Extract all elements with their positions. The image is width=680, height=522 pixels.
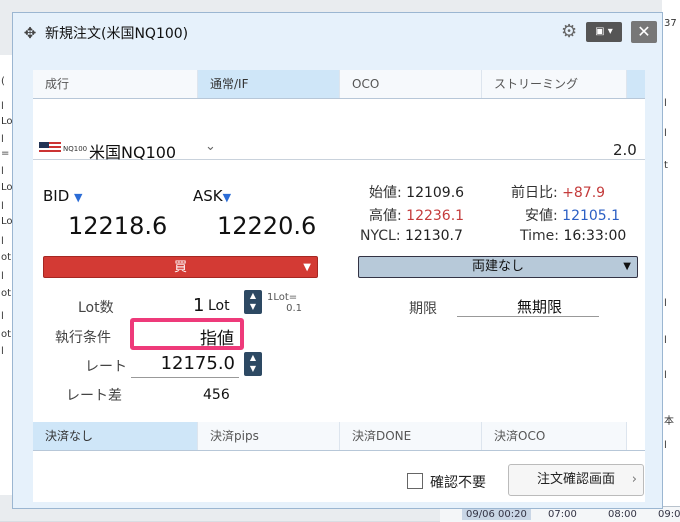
rate-label: レート bbox=[85, 359, 127, 375]
expiry-value: 無期限 bbox=[517, 298, 563, 316]
us-flag-icon bbox=[39, 142, 61, 154]
expiry-select[interactable]: 無期限 bbox=[457, 296, 599, 317]
ask-label: ASK▼ bbox=[193, 187, 232, 205]
rate-diff-label: レート差 bbox=[66, 388, 122, 404]
time-stat: Time: 16:33:00 bbox=[520, 228, 627, 244]
background-right-panel: 37 llt lll 本l bbox=[662, 0, 680, 521]
gear-icon[interactable]: ⚙ bbox=[561, 21, 577, 42]
tab-oco[interactable]: OCO bbox=[340, 70, 482, 98]
axis-time-1: 07:00 bbox=[548, 509, 577, 520]
tab-market[interactable]: 成行 bbox=[33, 70, 198, 98]
chevron-down-icon: ▼ bbox=[222, 191, 232, 204]
lot-label: Lot数 bbox=[78, 300, 114, 316]
chevron-down-icon: ▼ bbox=[303, 262, 311, 273]
rate-stepper[interactable]: ▲ ▼ bbox=[244, 352, 262, 376]
ask-price[interactable]: 12220.6 bbox=[217, 212, 316, 240]
expiry-label: 期限 bbox=[409, 301, 437, 317]
lot-stepper[interactable]: ▲ ▼ bbox=[244, 290, 262, 314]
axis-time-2: 08:00 bbox=[608, 509, 637, 520]
symbol-name[interactable]: 米国NQ100 bbox=[89, 139, 176, 163]
order-type-tabs: 成行 通常/IF OCO ストリーミング bbox=[33, 70, 645, 99]
new-order-window: ✥ 新規注文(米国NQ100) ⚙ ▣ ▾ ✕ 成行 通常/IF OCO ストリ… bbox=[12, 12, 663, 509]
axis-time-3: 09:00 bbox=[658, 509, 680, 520]
close-button[interactable]: ✕ bbox=[631, 21, 657, 43]
tab-settle-done[interactable]: 決済DONE bbox=[340, 422, 482, 450]
rate-input[interactable]: 12175.0 bbox=[131, 353, 239, 378]
lot-note: 1Lot= 0.1 bbox=[267, 292, 302, 314]
condition-label: 執行条件 bbox=[55, 330, 111, 346]
condition-select-highlight[interactable]: 指値 bbox=[130, 318, 244, 350]
symbol-value: 2.0 bbox=[613, 141, 637, 159]
lot-value[interactable]: 1 bbox=[193, 295, 204, 316]
lot-unit: Lot bbox=[208, 298, 230, 314]
order-confirm-label: 注文確認画面 bbox=[537, 472, 616, 487]
bid-label: BID ▼ bbox=[43, 187, 83, 205]
tab-settle-oco[interactable]: 決済OCO bbox=[482, 422, 627, 450]
low-stat: 安値: 12105.1 bbox=[525, 208, 621, 224]
chevron-down-icon[interactable]: ⌄ bbox=[205, 139, 216, 154]
tab-normal-if[interactable]: 通常/IF bbox=[198, 70, 340, 98]
chevron-down-icon: ▼ bbox=[74, 191, 83, 204]
bid-price[interactable]: 12218.6 bbox=[68, 212, 167, 240]
move-icon[interactable]: ✥ bbox=[22, 25, 38, 41]
skip-confirm-label: 確認不要 bbox=[430, 475, 486, 491]
rate-diff-value: 456 bbox=[203, 387, 230, 403]
chevron-down-icon: ▼ bbox=[623, 261, 631, 272]
high-stat: 高値: 12236.1 bbox=[369, 208, 465, 224]
open-stat: 始値: 12109.6 bbox=[369, 185, 465, 201]
chevron-right-icon: › bbox=[631, 472, 637, 487]
order-confirm-button[interactable]: 注文確認画面 › bbox=[508, 464, 644, 496]
condition-value: 指値 bbox=[200, 329, 234, 349]
change-stat: 前日比: +87.9 bbox=[511, 185, 606, 201]
nycl-stat: NYCL: 12130.7 bbox=[360, 228, 463, 244]
settlement-tabs: 決済なし 決済pips 決済DONE 決済OCO bbox=[33, 422, 645, 451]
position-select[interactable]: 両建なし ▼ bbox=[358, 256, 638, 278]
skip-confirm-checkbox[interactable] bbox=[407, 473, 423, 489]
tab-settle-none[interactable]: 決済なし bbox=[33, 422, 198, 450]
buy-sell-select[interactable]: 買 ▼ bbox=[43, 256, 318, 278]
window-mode-button[interactable]: ▣ ▾ bbox=[586, 22, 622, 42]
background-digit: 37 bbox=[664, 18, 677, 29]
tabs-end bbox=[627, 70, 645, 98]
order-panel: 成行 通常/IF OCO ストリーミング NQ100 米国NQ100 ⌄ 2.0… bbox=[33, 70, 645, 502]
rate-value: 12175.0 bbox=[160, 353, 235, 374]
axis-date: 09/06 00:20 bbox=[462, 509, 531, 520]
tab-streaming[interactable]: ストリーミング bbox=[482, 70, 627, 98]
window-title: 新規注文(米国NQ100) bbox=[45, 26, 189, 42]
tab-settle-pips[interactable]: 決済pips bbox=[198, 422, 340, 450]
flag-text: NQ100 bbox=[63, 145, 88, 153]
window-titlebar[interactable]: ✥ 新規注文(米国NQ100) ⚙ ▣ ▾ ✕ bbox=[13, 13, 662, 53]
